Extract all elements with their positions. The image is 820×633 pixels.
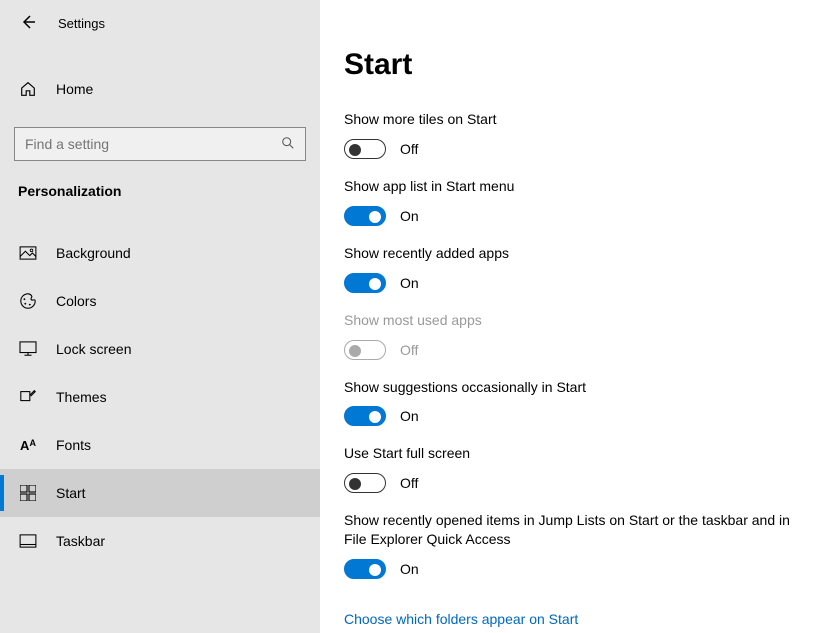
toggle-state: On: [400, 561, 419, 577]
toggle-recently-added[interactable]: [344, 273, 386, 293]
sidebar-item-taskbar[interactable]: Taskbar: [0, 517, 320, 565]
nav-list: Background Colors Lock screen Themes AA …: [0, 229, 320, 565]
toggle-state: Off: [400, 475, 418, 491]
toggle-jump-lists[interactable]: [344, 559, 386, 579]
home-icon: [18, 80, 38, 98]
sidebar-item-colors[interactable]: Colors: [0, 277, 320, 325]
link-choose-folders[interactable]: Choose which folders appear on Start: [344, 611, 578, 627]
sidebar-item-fonts[interactable]: AA Fonts: [0, 421, 320, 469]
setting-suggestions: Show suggestions occasionally in Start O…: [344, 378, 796, 427]
search-input[interactable]: [25, 136, 281, 152]
setting-label: Show more tiles on Start: [344, 110, 796, 129]
setting-label: Show app list in Start menu: [344, 177, 796, 196]
titlebar: Settings: [0, 10, 320, 39]
sidebar-item-label: Lock screen: [56, 341, 131, 357]
sidebar-item-label: Themes: [56, 389, 107, 405]
monitor-icon: [18, 341, 38, 357]
sidebar-category: Personalization: [0, 161, 320, 211]
setting-label: Show recently added apps: [344, 244, 796, 263]
setting-label: Show suggestions occasionally in Start: [344, 378, 796, 397]
toggle-most-used: [344, 340, 386, 360]
sidebar-item-start[interactable]: Start: [0, 469, 320, 517]
setting-label: Use Start full screen: [344, 444, 796, 463]
toggle-state: On: [400, 275, 419, 291]
toggle-state: On: [400, 408, 419, 424]
sidebar-item-label: Taskbar: [56, 533, 105, 549]
setting-label: Show recently opened items in Jump Lists…: [344, 511, 796, 549]
main-panel: Start Show more tiles on Start Off Show …: [320, 0, 820, 633]
toggle-state: Off: [400, 141, 418, 157]
setting-recently-added: Show recently added apps On: [344, 244, 796, 293]
sidebar: Settings Home Personalization Background…: [0, 0, 320, 633]
setting-jump-lists: Show recently opened items in Jump Lists…: [344, 511, 796, 579]
sidebar-item-themes[interactable]: Themes: [0, 373, 320, 421]
home-label: Home: [56, 81, 93, 97]
taskbar-icon: [18, 534, 38, 548]
setting-more-tiles: Show more tiles on Start Off: [344, 110, 796, 159]
search-icon: [281, 136, 295, 153]
app-title: Settings: [58, 16, 105, 31]
page-title: Start: [344, 48, 796, 82]
sidebar-item-label: Fonts: [56, 437, 91, 453]
palette-icon: [18, 292, 38, 310]
search-box[interactable]: [14, 127, 306, 161]
toggle-app-list[interactable]: [344, 206, 386, 226]
sidebar-item-lock-screen[interactable]: Lock screen: [0, 325, 320, 373]
sidebar-item-label: Start: [56, 485, 86, 501]
fonts-icon: AA: [18, 438, 38, 453]
setting-app-list: Show app list in Start menu On: [344, 177, 796, 226]
toggle-state: On: [400, 208, 419, 224]
start-icon: [18, 485, 38, 501]
toggle-state: Off: [400, 342, 418, 358]
picture-icon: [18, 246, 38, 260]
toggle-full-screen[interactable]: [344, 473, 386, 493]
toggle-more-tiles[interactable]: [344, 139, 386, 159]
sidebar-home[interactable]: Home: [0, 65, 320, 113]
setting-full-screen: Use Start full screen Off: [344, 444, 796, 493]
setting-most-used: Show most used apps Off: [344, 311, 796, 360]
sidebar-item-label: Background: [56, 245, 131, 261]
back-icon[interactable]: [20, 14, 36, 33]
brush-icon: [18, 388, 38, 406]
setting-label: Show most used apps: [344, 311, 796, 330]
sidebar-item-background[interactable]: Background: [0, 229, 320, 277]
toggle-suggestions[interactable]: [344, 406, 386, 426]
sidebar-item-label: Colors: [56, 293, 96, 309]
